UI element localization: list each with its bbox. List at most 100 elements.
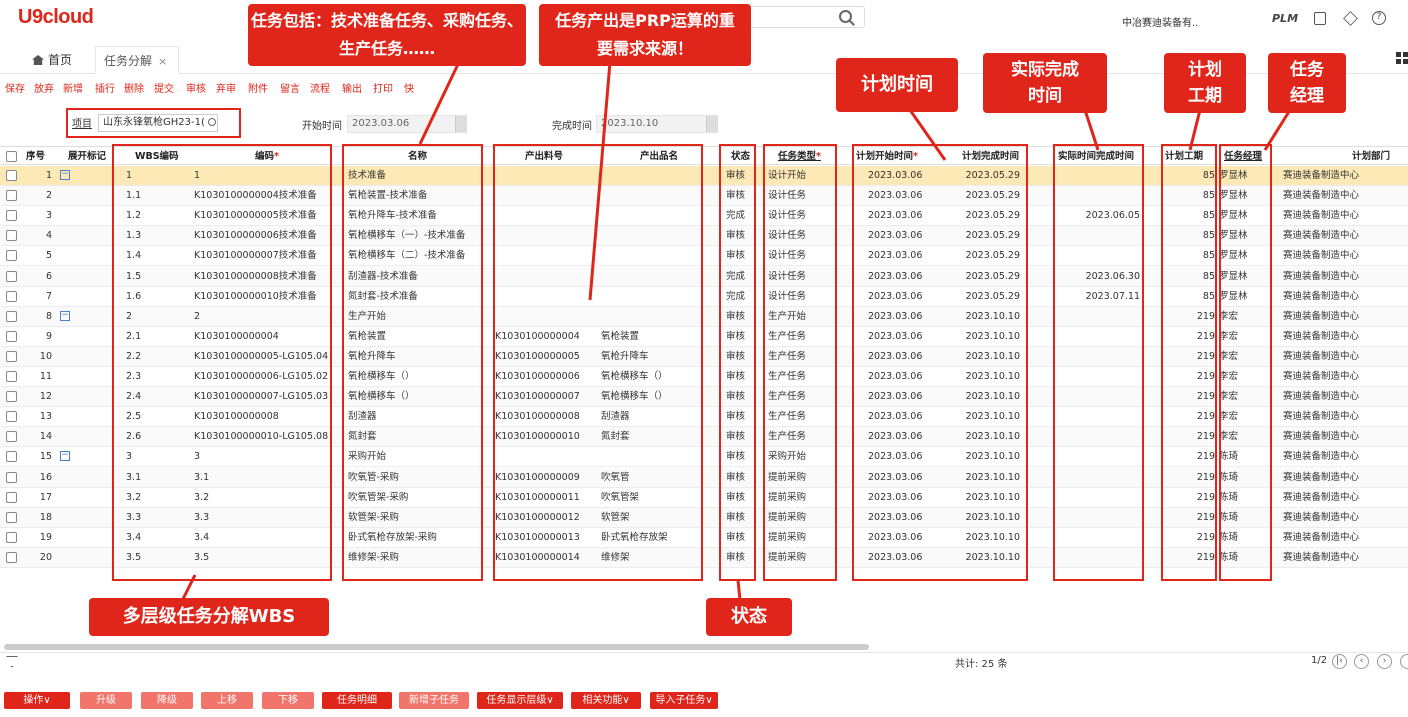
row-checkbox[interactable] <box>6 551 17 563</box>
action-button[interactable]: 下移 <box>262 692 314 709</box>
row-checkbox[interactable] <box>6 350 17 362</box>
last-page-button[interactable] <box>1400 654 1408 669</box>
row-checkbox[interactable] <box>6 411 17 423</box>
next-page-button[interactable]: › <box>1377 654 1392 669</box>
help-icon[interactable]: ? <box>1372 11 1386 25</box>
toolbar-button[interactable]: 输出 <box>342 80 362 95</box>
cell-dept[interactable]: 赛迪装备制造中心 <box>1283 447 1403 466</box>
cell-dept[interactable]: 赛迪装备制造中心 <box>1283 307 1403 326</box>
col-expand[interactable]: 展开标记 <box>68 147 106 164</box>
collapse-icon[interactable]: − <box>60 310 70 321</box>
row-checkbox[interactable] <box>6 451 17 463</box>
action-button[interactable]: 任务显示层级∨ <box>477 692 563 709</box>
cell-seq[interactable]: 13 <box>26 407 52 426</box>
apps-grid-icon[interactable] <box>1396 52 1408 64</box>
row-checkbox[interactable] <box>6 371 17 382</box>
calendar-icon[interactable] <box>706 116 718 132</box>
row-checkbox[interactable] <box>6 190 17 202</box>
collapse-icon[interactable]: − <box>60 170 70 180</box>
cell-seq[interactable]: 8 <box>26 307 52 326</box>
toolbar-button[interactable]: 放弃 <box>34 80 54 95</box>
row-checkbox[interactable] <box>6 431 17 443</box>
cell-dept[interactable]: 赛迪装备制造中心 <box>1283 186 1403 205</box>
cell-dept[interactable]: 赛迪装备制造中心 <box>1283 508 1403 527</box>
toolbar-button[interactable]: 插行 <box>95 80 115 95</box>
cell-seq[interactable]: 2 <box>26 186 52 205</box>
cell-seq[interactable]: 18 <box>26 508 52 527</box>
cell-dept[interactable]: 赛迪装备制造中心 <box>1283 246 1403 265</box>
toolbar-button[interactable]: 快 <box>404 80 414 95</box>
cell-seq[interactable]: 10 <box>26 347 52 366</box>
close-icon[interactable]: × <box>158 55 167 68</box>
cell-dept[interactable]: 赛迪装备制造中心 <box>1283 528 1403 547</box>
toolbar-button[interactable]: 新增 <box>63 80 83 95</box>
action-button[interactable]: 降级 <box>141 692 193 709</box>
cell-seq[interactable]: 6 <box>26 267 52 286</box>
cell-seq[interactable]: 15 <box>26 447 52 466</box>
toolbar-button[interactable]: 打印 <box>373 80 393 95</box>
row-checkbox[interactable] <box>6 391 17 403</box>
cell-dept[interactable]: 赛迪装备制造中心 <box>1283 267 1403 286</box>
cell-seq[interactable]: 19 <box>26 528 52 547</box>
app-logo[interactable]: U9cloud <box>18 6 94 29</box>
row-checkbox[interactable] <box>6 210 17 222</box>
cell-seq[interactable]: 12 <box>26 387 52 406</box>
row-checkbox[interactable] <box>6 250 17 262</box>
action-button[interactable]: 导入子任务∨ <box>650 692 718 709</box>
row-checkbox[interactable] <box>6 290 17 302</box>
cell-dept[interactable]: 赛迪装备制造中心 <box>1283 327 1403 346</box>
action-button[interactable]: 升级 <box>80 692 132 709</box>
cell-seq[interactable]: 5 <box>26 246 52 265</box>
filter-icon[interactable] <box>6 656 18 667</box>
cell-dept[interactable]: 赛迪装备制造中心 <box>1283 387 1403 406</box>
search-input[interactable] <box>745 6 865 28</box>
row-checkbox[interactable] <box>6 491 17 503</box>
cell-dept[interactable]: 赛迪装备制造中心 <box>1283 347 1403 366</box>
first-page-button[interactable]: |‹ <box>1332 654 1347 669</box>
plm-link[interactable]: PLM <box>1272 12 1298 25</box>
action-button[interactable]: 相关功能∨ <box>571 692 641 709</box>
row-checkbox[interactable] <box>6 230 17 242</box>
cell-dept[interactable]: 赛迪装备制造中心 <box>1283 548 1403 567</box>
cell-seq[interactable]: 17 <box>26 488 52 507</box>
document-icon[interactable] <box>1314 12 1326 25</box>
cell-dept[interactable]: 赛迪装备制造中心 <box>1283 488 1403 507</box>
col-dept[interactable]: 计划部门 <box>1352 147 1390 164</box>
collapse-icon[interactable]: − <box>60 451 70 462</box>
toolbar-button[interactable]: 审核 <box>186 80 206 95</box>
cell-dept[interactable]: 赛迪装备制造中心 <box>1283 427 1403 446</box>
toolbar-button[interactable]: 提交 <box>154 80 174 95</box>
end-time-field[interactable]: 2023.10.10 <box>596 115 718 133</box>
toolbar-button[interactable]: 附件 <box>248 80 268 95</box>
action-button[interactable]: 任务明细 <box>322 692 392 709</box>
toolbar-button[interactable]: 保存 <box>5 80 25 95</box>
toolbar-button[interactable]: 弃审 <box>216 80 236 95</box>
tab-task-breakdown[interactable]: 任务分解 × <box>95 46 179 74</box>
toolbar-button[interactable]: 流程 <box>310 80 330 95</box>
cell-dept[interactable]: 赛迪装备制造中心 <box>1283 468 1403 487</box>
row-checkbox[interactable] <box>6 330 17 342</box>
cell-dept[interactable]: 赛迪装备制造中心 <box>1283 226 1403 245</box>
toolbar-button[interactable]: 删除 <box>124 80 144 95</box>
start-time-field[interactable]: 2023.03.06 <box>347 115 467 133</box>
col-seq[interactable]: 序号 <box>26 147 45 164</box>
cell-dept[interactable]: 赛迪装备制造中心 <box>1283 166 1403 185</box>
row-checkbox[interactable] <box>6 511 17 523</box>
cell-seq[interactable]: 4 <box>26 226 52 245</box>
action-button[interactable]: 上移 <box>201 692 253 709</box>
tab-home[interactable]: 首页 <box>24 46 80 74</box>
action-button[interactable]: 操作∨ <box>4 692 70 709</box>
cell-seq[interactable]: 20 <box>26 548 52 567</box>
row-checkbox[interactable] <box>6 471 17 483</box>
row-checkbox[interactable] <box>6 170 17 181</box>
org-selector[interactable]: 中冶赛迪装备有.. <box>1122 14 1198 29</box>
cell-seq[interactable]: 14 <box>26 427 52 446</box>
search-icon[interactable] <box>839 10 852 23</box>
cell-seq[interactable]: 9 <box>26 327 52 346</box>
horizontal-scrollbar[interactable] <box>4 644 869 650</box>
cell-dept[interactable]: 赛迪装备制造中心 <box>1283 287 1403 306</box>
cell-seq[interactable]: 11 <box>26 367 52 386</box>
cell-seq[interactable]: 7 <box>26 287 52 306</box>
select-all-checkbox[interactable] <box>6 151 17 162</box>
cell-seq[interactable]: 1 <box>26 166 52 185</box>
